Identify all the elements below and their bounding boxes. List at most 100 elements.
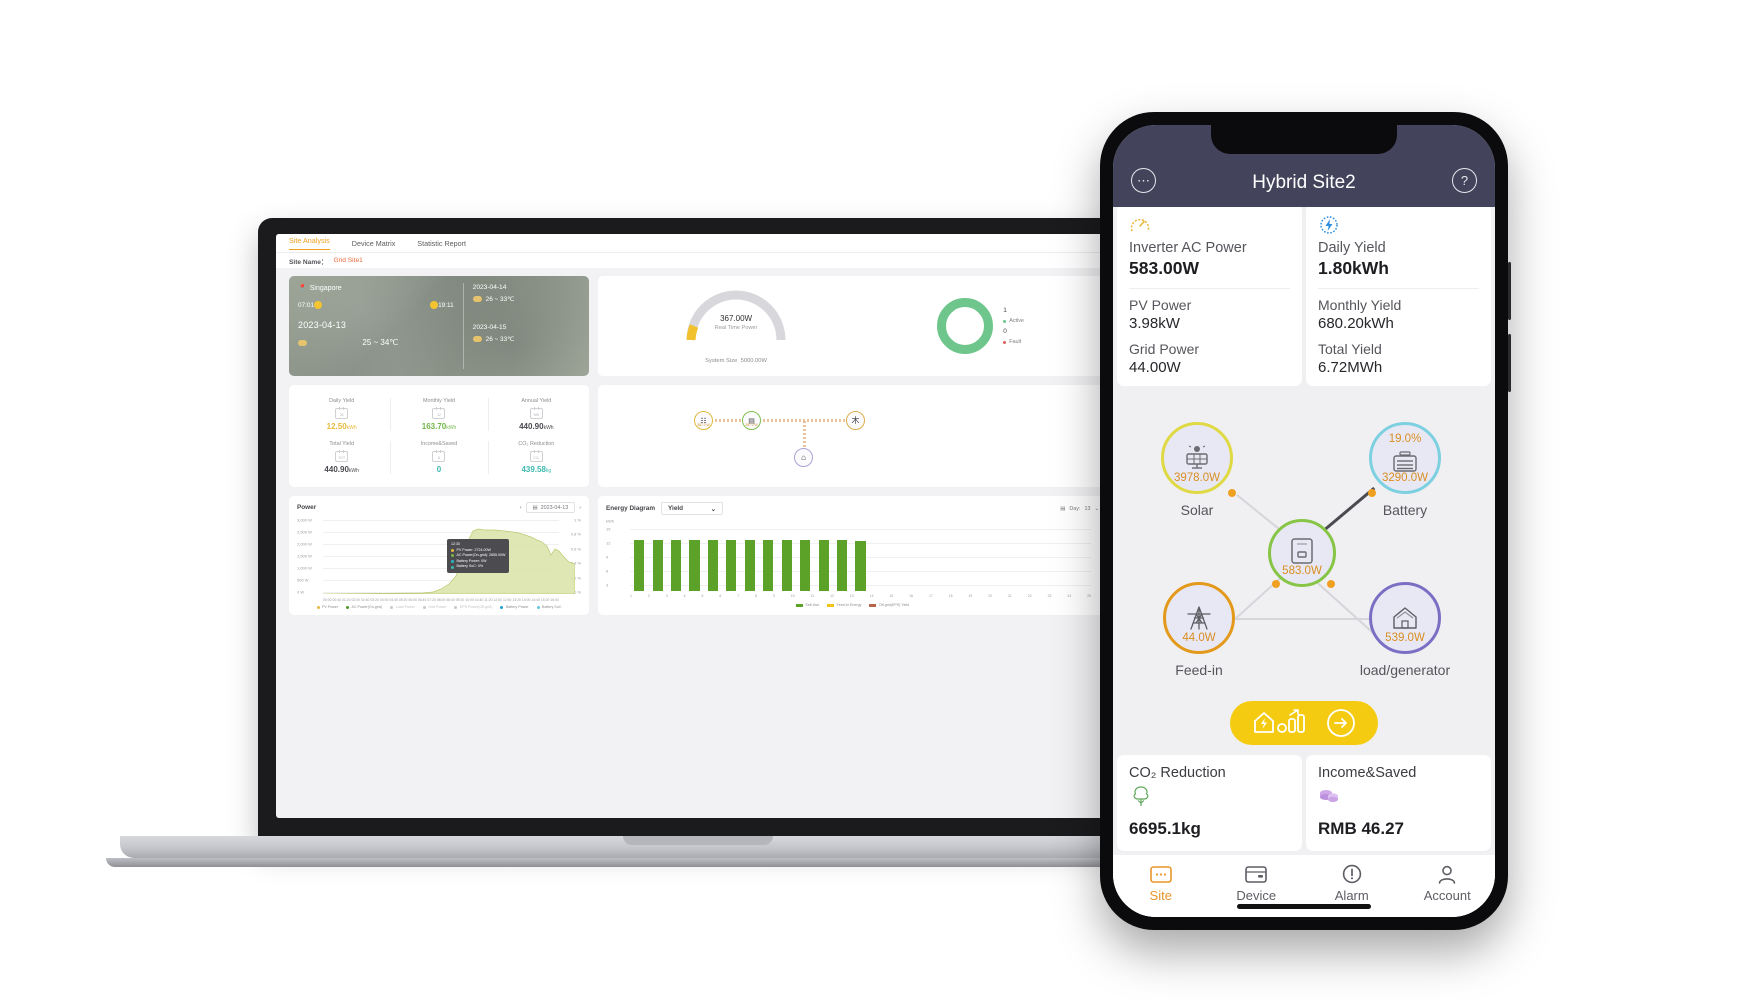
ellipsis-icon[interactable]: ⋯ <box>1131 168 1156 193</box>
energy-chart-card: Energy Diagram Yield ⌄ ▤ Day: 13 ⌄ kWh 1… <box>598 496 1107 615</box>
bar-slot[interactable] <box>741 529 759 591</box>
phone-screen: ⋯ Hybrid Site2 ? Inverter AC Power 583.0… <box>1113 125 1495 917</box>
bar-slot[interactable] <box>704 529 722 591</box>
legend-item[interactable]: Off-grid(EPS) Yield <box>869 603 909 607</box>
flow-link-solar-inverter <box>715 419 741 422</box>
tab-statistic-report[interactable]: Statistic Report <box>417 239 466 248</box>
bar-slot[interactable] <box>796 529 814 591</box>
flow-node-load[interactable]: 539.0W <box>1369 582 1441 654</box>
y-tick: 500 W <box>297 577 309 583</box>
forecast-temp-1: 26 ~ 33℃ <box>472 295 580 303</box>
tab-account[interactable]: Account <box>1400 863 1496 903</box>
bar-slot[interactable] <box>851 529 869 591</box>
bar-slot[interactable] <box>1054 529 1072 591</box>
legend-item[interactable]: AC Power(On-grid) <box>346 605 382 609</box>
co2-card[interactable]: CO₂ Reduction 6695.1kg <box>1117 755 1302 851</box>
legend-item[interactable]: EPS Power(Off-grid) <box>454 605 492 609</box>
bar-slot[interactable] <box>648 529 666 591</box>
kpi-divider <box>1318 288 1479 289</box>
bar-slot[interactable] <box>722 529 740 591</box>
tab-device[interactable]: Device <box>1209 863 1305 903</box>
power-chart-x-axis: 00:00 00:40 01:20 02:00 02:40 03:20 04:00 04… <box>323 598 559 602</box>
bar-slot[interactable] <box>1017 529 1035 591</box>
energy-day-picker[interactable]: ▤ Day: 13 ⌄ <box>1060 506 1099 512</box>
tab-site-analysis[interactable]: Site Analysis <box>289 236 330 250</box>
bar-slot[interactable] <box>814 529 832 591</box>
bar-slot[interactable] <box>778 529 796 591</box>
power-chart-legend: PV Power AC Power(On-grid) Load Power Gr… <box>297 605 581 609</box>
legend-item[interactable]: PV Power <box>316 605 338 609</box>
kpi-sub-label: Monthly Yield <box>1318 297 1402 313</box>
power-chart-title: Power <box>297 504 317 511</box>
income-card[interactable]: Income&Saved RMB 46.27 <box>1306 755 1491 851</box>
kpi-sub-value: 44.00W <box>1129 359 1181 376</box>
question-mark-icon[interactable]: ? <box>1452 168 1477 193</box>
next-day-button[interactable]: › <box>579 505 581 511</box>
flow-node-solar[interactable]: 3978.0W <box>1161 422 1233 494</box>
bar-slot[interactable] <box>943 529 961 591</box>
tab-alarm[interactable]: Alarm <box>1304 863 1400 903</box>
bar-slot[interactable] <box>630 529 648 591</box>
x-tick: 13 <box>849 594 854 598</box>
flow-node-grid[interactable]: 木 <box>846 411 865 430</box>
y-tick: 6 <box>606 568 609 574</box>
bar-slot[interactable] <box>833 529 851 591</box>
x-tick: 15 <box>889 594 894 598</box>
weather-today-temp: 25 ~ 34℃ <box>362 338 399 347</box>
x-tick: 25 <box>1087 594 1091 598</box>
energy-details-button[interactable] <box>1230 701 1378 745</box>
bar <box>726 540 737 591</box>
flow-node-grid[interactable]: 44.0W <box>1163 582 1235 654</box>
legend-item[interactable]: Battery SoC <box>536 605 561 609</box>
bar-slot[interactable] <box>759 529 777 591</box>
power-gauge: 367.00W Real Time Power System Size 5000… <box>681 288 791 364</box>
stat-value: 440.90kWh <box>324 465 359 474</box>
x-tick: 4 <box>683 594 686 598</box>
home-chart-icon <box>1254 709 1305 733</box>
bar-slot[interactable] <box>907 529 925 591</box>
kpi-card-yield[interactable]: Daily Yield 1.80kWh Monthly Yield 680.20… <box>1306 207 1491 386</box>
x-tick: 21 <box>1008 594 1012 598</box>
flow-node-load[interactable]: ⌂ <box>794 448 813 467</box>
bar-slot[interactable] <box>685 529 703 591</box>
inverter-value: 583.0W <box>1282 565 1322 577</box>
prev-day-button[interactable]: ‹ <box>520 505 522 511</box>
chevron-down-icon: ⌄ <box>1094 505 1099 512</box>
date-input[interactable]: ▤ 2023-04-13 <box>525 502 576 513</box>
legend-item[interactable]: Load Power <box>390 605 415 609</box>
bar-slot[interactable] <box>925 529 943 591</box>
stat-value: 439.58kg <box>521 465 552 474</box>
flow-node-inverter[interactable]: ▤ 367.0 W <box>742 411 761 430</box>
bar-slot[interactable] <box>1036 529 1054 591</box>
site-name-value[interactable]: Grid Site1 <box>333 257 362 264</box>
y-tick: 3,000 W <box>297 517 312 523</box>
stat-income-saved: Income&Saved $ 0 <box>390 436 487 479</box>
bar-slot[interactable] <box>888 529 906 591</box>
legend-item[interactable]: Grid Power <box>422 605 446 609</box>
legend-item[interactable]: Battery Power <box>500 605 529 609</box>
forecast-cloud-icon-1 <box>472 296 482 302</box>
flow-node-battery[interactable]: 19.0% 3290.0W <box>1369 422 1441 494</box>
power-chart-date-picker[interactable]: ‹ ▤ 2023-04-13 › <box>520 502 581 513</box>
tab-site[interactable]: Site <box>1113 863 1209 903</box>
legend-item[interactable]: Self-Use <box>795 603 819 607</box>
alarm-icon <box>1304 863 1400 885</box>
legend-item[interactable]: Feed-In Energy <box>827 603 861 607</box>
bar-slot[interactable] <box>980 529 998 591</box>
bar-slot[interactable] <box>870 529 888 591</box>
phone-content: Inverter AC Power 583.00W PV Power 3.98k… <box>1113 207 1495 917</box>
bar-slot[interactable] <box>962 529 980 591</box>
bar-slot[interactable] <box>667 529 685 591</box>
flow-node-solar[interactable]: ☷ 367.0 W <box>694 411 713 430</box>
stat-daily-yield: Daily Yield 30 12.50kWh <box>293 393 390 436</box>
kpi-card-inverter[interactable]: Inverter AC Power 583.00W PV Power 3.98k… <box>1117 207 1302 386</box>
tab-device-matrix[interactable]: Device Matrix <box>352 239 396 248</box>
kpi-divider <box>1129 288 1290 289</box>
location-pin-icon: 📍 <box>298 285 307 292</box>
flow-node-inverter[interactable]: 583.0W <box>1268 519 1336 587</box>
bar-slot[interactable] <box>999 529 1017 591</box>
stat-monthly-yield: Monthly Yield 12 163.70kWh <box>390 393 487 436</box>
energy-type-select[interactable]: Yield ⌄ <box>661 502 724 515</box>
bar-slot[interactable] <box>1073 529 1091 591</box>
bar <box>855 540 866 591</box>
